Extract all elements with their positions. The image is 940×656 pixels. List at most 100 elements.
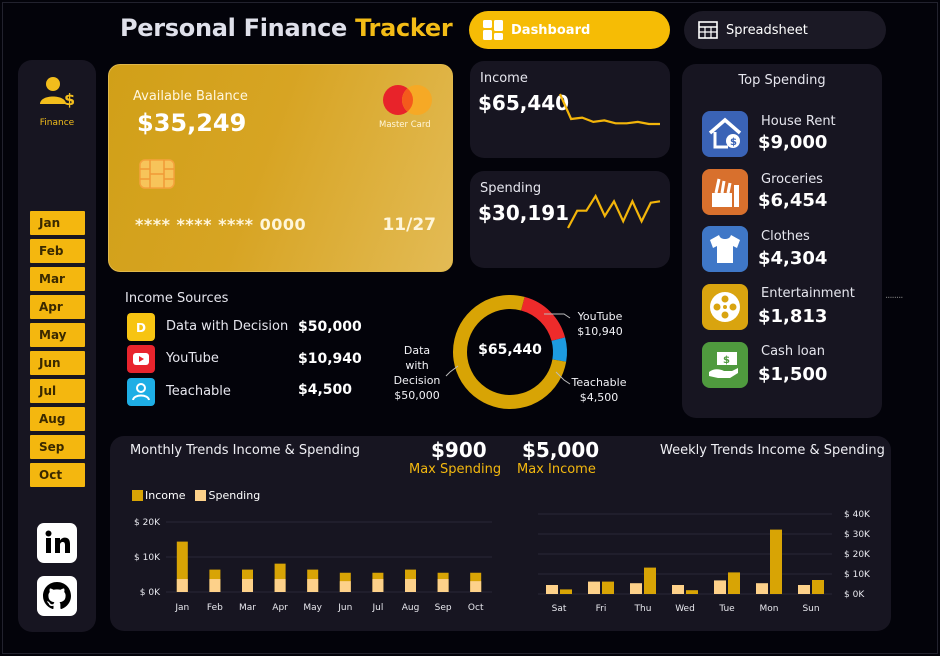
weekly-trends-chart: $ 0K $ 10K $ 20K $ 30K $ 40K Sat Fri Thu Wed Tue M… bbox=[538, 510, 871, 614]
balance-card: Available Balance $35,249 Master Card **… bbox=[108, 64, 453, 272]
donut-label-data-with-decision: Data with Decision $50,000 bbox=[393, 344, 441, 402]
x-tick-label: May bbox=[303, 603, 322, 613]
month-button-may[interactable]: May bbox=[30, 323, 85, 347]
income-value: $65,440 bbox=[478, 91, 570, 115]
x-tick-label: Aug bbox=[402, 603, 420, 613]
month-button-feb[interactable]: Feb bbox=[30, 239, 85, 263]
bar-spending bbox=[176, 579, 188, 592]
top-spending-value: $4,304 bbox=[758, 248, 828, 269]
max-spending-value: $900 bbox=[431, 438, 487, 462]
teachable-icon bbox=[127, 378, 155, 406]
bar-spending bbox=[339, 581, 351, 592]
tab-spreadsheet-label: Spreadsheet bbox=[726, 22, 808, 38]
finance-user-icon: $ bbox=[40, 77, 75, 109]
y-tick-label: $ 0K bbox=[140, 588, 161, 598]
month-button-jan[interactable]: Jan bbox=[30, 211, 85, 235]
bar-income bbox=[812, 580, 824, 594]
x-tick-label: Feb bbox=[207, 603, 223, 613]
legend-income-swatch bbox=[132, 490, 143, 501]
income-source-value: $4,500 bbox=[298, 382, 353, 398]
x-tick-label: Tue bbox=[718, 604, 735, 614]
x-tick-label: Sat bbox=[552, 604, 567, 614]
sparkline-path bbox=[567, 193, 661, 229]
mastercard-label: Master Card bbox=[379, 120, 431, 130]
bar-income bbox=[644, 567, 656, 594]
donut-label-youtube: YouTube $10,940 bbox=[577, 310, 623, 338]
chip-icon bbox=[139, 159, 175, 189]
income-source-value: $50,000 bbox=[298, 319, 362, 335]
income-source-name: YouTube bbox=[166, 351, 219, 366]
top-spending-value: $1,500 bbox=[758, 364, 828, 385]
income-label: Income bbox=[480, 71, 528, 86]
page-title: Personal Finance Tracker bbox=[120, 14, 453, 42]
y-tick-label: $ 0K bbox=[844, 590, 865, 600]
tab-dashboard-label: Dashboard bbox=[511, 22, 591, 38]
bar-income bbox=[728, 572, 740, 594]
y-tick-label: $ 10K bbox=[134, 553, 161, 563]
balance-value: $35,249 bbox=[137, 109, 247, 137]
github-button[interactable] bbox=[37, 576, 77, 616]
tab-dashboard[interactable]: Dashboard bbox=[469, 11, 670, 49]
income-source-name: Teachable bbox=[166, 384, 231, 399]
top-spending-title: Top Spending bbox=[738, 73, 826, 88]
bar-spending bbox=[405, 579, 416, 592]
spending-panel: Spending $30,191 bbox=[470, 171, 670, 268]
monthly-trends-chart: $ 0K $ 10K $ 20K Jan Feb Mar Apr May Jun Jul Aug Se… bbox=[134, 518, 492, 613]
bar-income bbox=[560, 589, 572, 594]
bar-spending bbox=[798, 585, 810, 594]
spending-label: Spending bbox=[480, 181, 542, 196]
x-tick-label: Fri bbox=[596, 604, 607, 614]
house-rent-icon: $ bbox=[702, 111, 748, 157]
month-button-oct[interactable]: Oct bbox=[30, 463, 85, 487]
svg-text:$: $ bbox=[64, 90, 75, 109]
month-button-apr[interactable]: Apr bbox=[30, 295, 85, 319]
month-button-aug[interactable]: Aug bbox=[30, 407, 85, 431]
film-reel-icon bbox=[702, 284, 748, 330]
card-expiry: 11/27 bbox=[382, 215, 436, 235]
x-tick-label: Mon bbox=[760, 604, 779, 614]
bar-spending bbox=[714, 580, 726, 594]
tab-spreadsheet[interactable]: Spreadsheet bbox=[684, 11, 886, 49]
spreadsheet-table-icon bbox=[698, 21, 718, 39]
legend-spending-label: Spending bbox=[208, 489, 261, 502]
income-source-name: Data with Decision bbox=[166, 319, 289, 334]
bar-income bbox=[602, 581, 614, 594]
top-spending-name: Groceries bbox=[761, 172, 823, 187]
top-spending-name: House Rent bbox=[761, 114, 836, 129]
legend-income-label: Income bbox=[145, 489, 186, 502]
x-tick-label: Oct bbox=[468, 603, 484, 613]
income-source-value: $10,940 bbox=[298, 351, 362, 367]
chart-legend: Income Spending bbox=[132, 489, 260, 502]
mastercard-logo-icon bbox=[383, 85, 432, 115]
bar-spending bbox=[437, 579, 449, 592]
month-button-sep[interactable]: Sep bbox=[30, 435, 85, 459]
bar-income bbox=[686, 590, 698, 594]
month-button-jun[interactable]: Jun bbox=[30, 351, 85, 375]
svg-text:D: D bbox=[136, 321, 146, 335]
month-button-jul[interactable]: Jul bbox=[30, 379, 85, 403]
income-sources-title: Income Sources bbox=[125, 291, 229, 306]
month-button-mar[interactable]: Mar bbox=[30, 267, 85, 291]
top-spending-name: Clothes bbox=[761, 229, 810, 244]
card-number: **** **** **** 0000 bbox=[135, 215, 307, 234]
linkedin-icon bbox=[45, 530, 70, 553]
bar-spending bbox=[372, 579, 384, 592]
youtube-icon bbox=[127, 345, 155, 373]
x-tick-label: Sun bbox=[802, 604, 819, 614]
y-tick-label: $ 10K bbox=[844, 570, 871, 580]
groceries-icon bbox=[702, 169, 748, 215]
x-tick-label: Apr bbox=[272, 603, 288, 613]
x-tick-label: Wed bbox=[675, 604, 695, 614]
y-tick-label: $ 20K bbox=[134, 518, 161, 528]
data-with-decision-logo-icon: D bbox=[127, 313, 155, 341]
top-spending-value: $1,813 bbox=[758, 306, 828, 327]
linkedin-button[interactable] bbox=[37, 523, 77, 563]
panel-divider: ········ bbox=[885, 293, 903, 304]
weekly-trends-title: Weekly Trends Income & Spending bbox=[660, 443, 885, 458]
cash-loan-icon: $ bbox=[702, 342, 748, 388]
bar-spending bbox=[672, 585, 684, 594]
donut-leader-lines bbox=[445, 313, 571, 385]
y-tick-label: $ 30K bbox=[844, 530, 871, 540]
y-tick-label: $ 40K bbox=[844, 510, 871, 520]
legend-spending-swatch bbox=[195, 490, 207, 501]
